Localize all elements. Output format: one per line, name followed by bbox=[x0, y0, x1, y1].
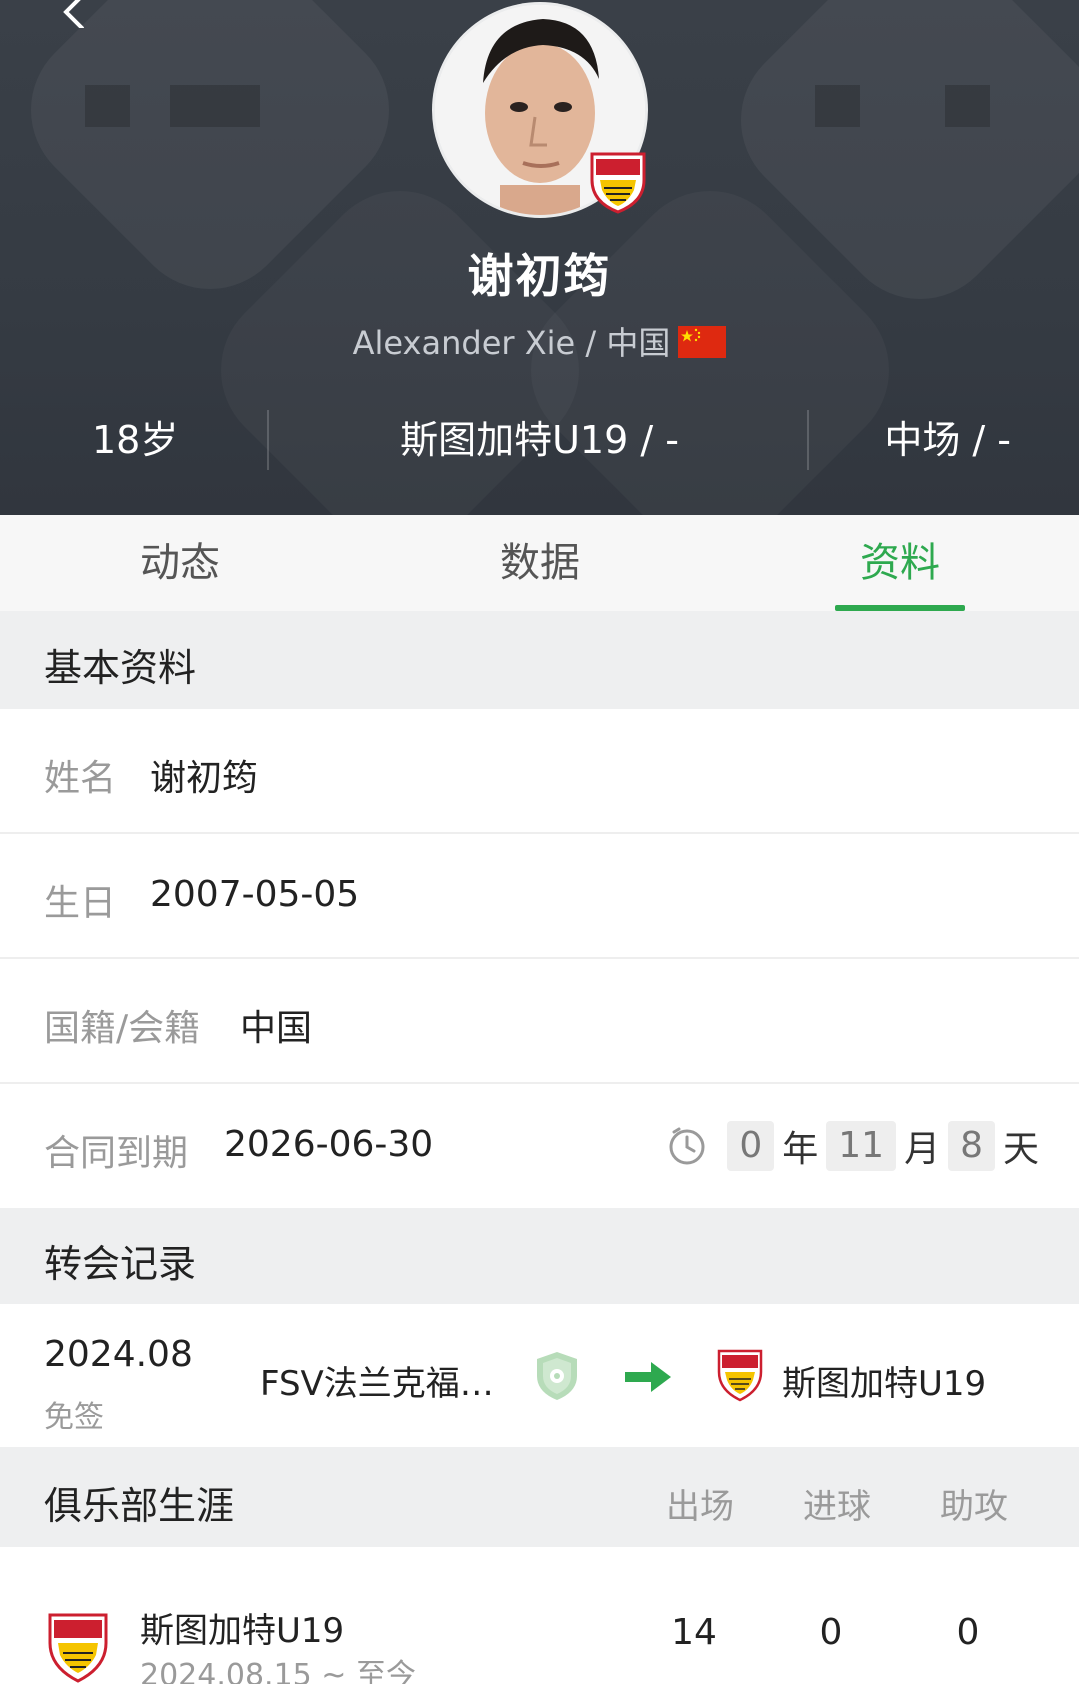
countdown-days: 8 bbox=[948, 1121, 995, 1171]
nationality-value: 中国 bbox=[240, 1008, 313, 1049]
contract-label: 合同到期 bbox=[44, 1133, 189, 1174]
contract-row: 合同到期 2026-06-30 0 年 11 月 8 天 bbox=[0, 1084, 1079, 1208]
vfb-stuttgart-badge-icon bbox=[717, 1349, 763, 1402]
background-decoration bbox=[170, 85, 260, 127]
contract-value: 2026-06-30 bbox=[224, 1124, 434, 1165]
transfer-arrow-icon bbox=[625, 1362, 671, 1392]
career-row[interactable]: 斯图加特U19 2024.08.15 ~ 至今 14 0 0 bbox=[0, 1547, 1079, 1684]
transfer-to-club: 斯图加特U19 bbox=[782, 1364, 987, 1404]
countdown-years: 0 bbox=[727, 1121, 775, 1171]
background-decoration bbox=[945, 85, 990, 127]
countdown-months: 11 bbox=[826, 1121, 897, 1171]
vfb-stuttgart-badge-icon bbox=[48, 1613, 108, 1683]
nationality-row: 国籍/会籍 中国 bbox=[0, 959, 1079, 1084]
career-assists: 0 bbox=[956, 1612, 980, 1653]
basic-info-header: 基本资料 bbox=[0, 611, 1079, 709]
player-subtitle: Alexander Xie / 中国 bbox=[0, 318, 1079, 364]
profile-tabs: 动态 数据 资料 bbox=[0, 515, 1079, 611]
contract-countdown: 0 年 11 月 8 天 bbox=[667, 1084, 1039, 1208]
transfer-header: 转会记录 bbox=[0, 1208, 1079, 1304]
name-label: 姓名 bbox=[44, 758, 117, 799]
section-title: 俱乐部生涯 bbox=[44, 1484, 235, 1528]
year-unit: 年 bbox=[782, 1129, 819, 1170]
divider bbox=[807, 410, 809, 470]
name-row: 姓名 谢初筠 bbox=[0, 709, 1079, 834]
clock-icon bbox=[669, 1127, 705, 1165]
background-decoration bbox=[85, 85, 130, 127]
birthday-value: 2007-05-05 bbox=[150, 874, 360, 915]
month-unit: 月 bbox=[904, 1129, 941, 1170]
nationality-label: 国籍/会籍 bbox=[44, 1008, 201, 1049]
background-decoration bbox=[815, 85, 860, 127]
header-stats-row: 18岁 斯图加特U19 / - 中场 / - bbox=[0, 410, 1079, 470]
transfer-type: 免签 bbox=[44, 1400, 104, 1435]
club-career-header: 俱乐部生涯 出场 进球 助攻 bbox=[0, 1447, 1079, 1547]
transfer-date: 2024.08 bbox=[44, 1334, 193, 1375]
tab-profile[interactable]: 资料 bbox=[800, 515, 1000, 611]
player-profile-page: { "header": { "name": "谢初筠", "subtitle":… bbox=[0, 0, 1079, 1684]
vfb-stuttgart-badge-icon bbox=[590, 152, 646, 214]
transfer-from-club: FSV法兰克福… bbox=[260, 1364, 494, 1404]
player-english-name-country: Alexander Xie / 中国 bbox=[352, 324, 671, 362]
section-title: 基本资料 bbox=[44, 646, 197, 690]
section-title: 转会记录 bbox=[44, 1242, 197, 1286]
career-goals: 0 bbox=[819, 1612, 843, 1653]
column-appearances: 出场 bbox=[666, 1487, 734, 1527]
birthday-label: 生日 bbox=[44, 883, 117, 924]
birthday-row: 生日 2007-05-05 bbox=[0, 834, 1079, 959]
career-club-name: 斯图加特U19 bbox=[140, 1611, 345, 1651]
career-appearances: 14 bbox=[671, 1612, 717, 1653]
default-club-shield-icon bbox=[537, 1352, 577, 1400]
name-value: 谢初筠 bbox=[150, 758, 259, 799]
transfer-item[interactable]: 2024.08 免签 FSV法兰克福… 斯图加特U19 bbox=[0, 1304, 1079, 1447]
tab-news[interactable]: 动态 bbox=[80, 515, 280, 611]
player-name: 谢初筠 bbox=[467, 249, 612, 303]
profile-header: 谢初筠 Alexander Xie / 中国 18岁 斯图加特U19 / - 中… bbox=[0, 0, 1079, 515]
china-flag-icon bbox=[678, 326, 727, 358]
day-unit: 天 bbox=[1002, 1129, 1039, 1170]
column-goals: 进球 bbox=[803, 1487, 871, 1527]
back-arrow-icon[interactable] bbox=[58, 0, 94, 28]
career-period: 2024.08.15 ~ 至今 bbox=[140, 1658, 416, 1684]
tab-stats[interactable]: 数据 bbox=[440, 515, 640, 611]
column-assists: 助攻 bbox=[940, 1487, 1008, 1527]
position-stat: 中场 / - bbox=[884, 418, 1011, 462]
